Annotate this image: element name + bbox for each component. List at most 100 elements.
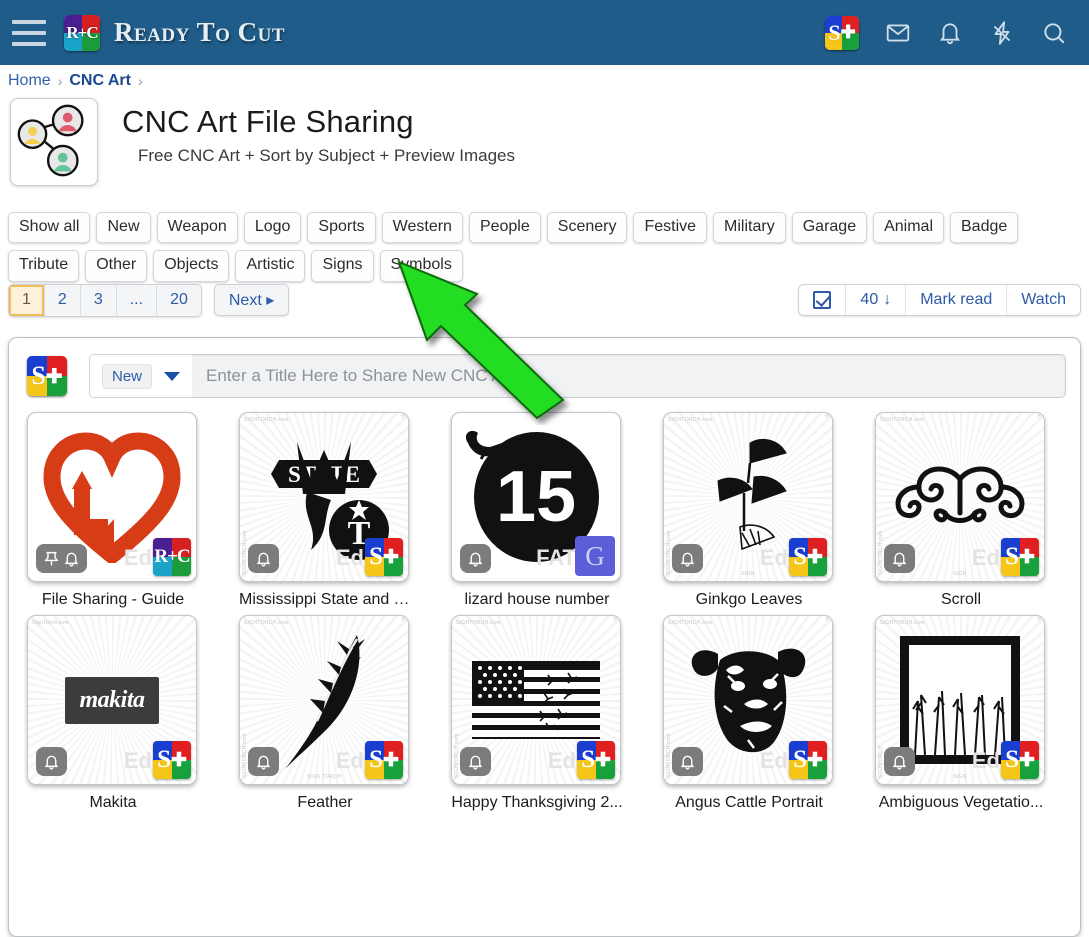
st-logo-icon-card[interactable]: S ✚ [789,741,827,779]
page-button-2[interactable]: 2 [44,285,81,316]
category-tag-logo[interactable]: Logo [243,212,302,244]
hamburger-menu-icon[interactable] [12,19,46,46]
art-thumbnail[interactable]: SIGHTORCH.comSIGHTORCH.comSIGHTORCH.comS… [239,412,409,582]
per-page-selector[interactable]: 40 ↓ [846,285,907,316]
category-tag-weapon[interactable]: Weapon [156,212,238,244]
bell-icon[interactable] [679,753,696,771]
bell-icon[interactable] [43,753,60,771]
art-card[interactable]: SIGHTORCH.comSIGHTORCH.comSIGHTORCH.comE… [663,615,835,812]
category-tag-show-all[interactable]: Show all [8,212,91,244]
card-badge-group[interactable] [248,747,279,776]
bell-icon[interactable] [891,753,908,771]
category-tag-other[interactable]: Other [85,250,148,282]
checkbox-icon [813,291,832,310]
category-tag-new[interactable]: New [96,212,151,244]
category-tag-badge[interactable]: Badge [950,212,1019,244]
breadcrumb-item-home[interactable]: Home [8,72,51,90]
st-logo-icon-card[interactable]: S ✚ [365,538,403,576]
category-tag-objects[interactable]: Objects [153,250,230,282]
art-thumbnail[interactable]: SIGHTORCH.comSIGHTORCH.comSIGHTORCH.comE… [663,615,833,785]
breadcrumb-item-cnc-art[interactable]: CNC Art [69,72,131,90]
category-tag-animal[interactable]: Animal [873,212,944,244]
st-logo-icon-share[interactable]: S ✚ [27,356,67,396]
page-button-ellipsisellipsisellipsis[interactable]: ... [116,285,158,316]
category-tag-signs[interactable]: Signs [311,250,374,282]
art-card[interactable]: SIGHTORCH.comSIGHTORCH.comSIGHTORCH.comS… [239,412,411,609]
editor-watermark: Ed [123,748,152,773]
mail-icon[interactable] [885,20,911,46]
next-page-button[interactable]: Next ▸ [213,284,290,317]
page-button-3[interactable]: 3 [80,285,117,316]
st-logo-icon-card[interactable]: S ✚ [153,741,191,779]
st-logo-icon-card[interactable]: S ✚ [1001,538,1039,576]
share-new-art-row: S ✚ New [9,338,1080,398]
category-tag-people[interactable]: People [468,212,541,244]
art-thumbnail[interactable]: Ed R+C [27,412,197,582]
caret-down-icon[interactable] [164,371,181,381]
art-thumbnail[interactable]: SIGHTORCH.comSIGHTORCH.comSIGHTORCH.comS… [663,412,833,582]
card-badge-group[interactable] [460,747,491,776]
bell-icon[interactable] [467,753,484,771]
st-logo-icon-card[interactable]: S ✚ [577,741,615,779]
art-card[interactable]: SignTorch.com makita Ed S ✚ Makita [27,615,199,812]
editor-watermark: Ed [971,545,1000,570]
st-logo-icon[interactable]: S ✚ [825,15,859,50]
art-card[interactable]: SIGHTORCH.comSIGHTORCH.comSIGHTORCH.comS… [663,412,835,609]
art-thumbnail[interactable]: SIGHTORCH.comSIGHTORCH.comSIGHTORCH.comE… [451,615,621,785]
bell-icon[interactable] [255,753,272,771]
category-tag-garage[interactable]: Garage [791,212,868,244]
category-tag-scenery[interactable]: Scenery [546,212,628,244]
bell-icon[interactable] [467,550,484,568]
category-tag-artistic[interactable]: Artistic [235,250,306,282]
search-icon[interactable] [1041,20,1067,46]
rtc-logo-icon[interactable]: R+C [64,14,100,51]
category-tag-symbols[interactable]: Symbols [379,250,463,282]
art-card[interactable]: SIGHTORCH.comSIGHTORCH.comSIGHTORCH.comS… [239,615,411,812]
bell-icon[interactable] [891,550,908,568]
bell-icon[interactable] [63,550,80,568]
card-badge-group[interactable] [884,747,915,776]
st-logo-icon-card[interactable]: S ✚ [365,741,403,779]
watch-button[interactable]: Watch [1007,285,1080,315]
bell-icon[interactable] [679,550,696,568]
st-logo-icon-card[interactable]: S ✚ [789,538,827,576]
card-badge-group[interactable] [884,544,915,573]
art-thumbnail[interactable]: SIGHTORCH.comSIGHTORCH.comSIGHTORCH.comS… [239,615,409,785]
category-tag-military[interactable]: Military [713,212,786,244]
art-card[interactable]: SIGHTORCH.comSIGHTORCH.comSIGHTORCHSIGNE… [875,615,1047,812]
art-card[interactable]: SIGHTORCH.comSIGHTORCH.comSIGHTORCH.comS… [875,412,1047,609]
share-title-input[interactable] [192,354,1066,398]
art-card[interactable]: 15 FAT G lizard house number [451,412,623,609]
mark-read-button[interactable]: Mark read [906,285,1008,316]
art-card[interactable]: Ed R+C File Sharing - Guide [27,412,199,609]
card-badge-group[interactable] [672,544,703,573]
google-badge-icon[interactable]: G [575,536,615,576]
next-page-label: Next [228,292,262,310]
art-thumbnail[interactable]: SignTorch.com makita Ed S ✚ [27,615,197,785]
bell-icon[interactable] [937,20,963,46]
lightning-icon[interactable] [989,20,1015,46]
category-tag-festive[interactable]: Festive [633,212,708,244]
art-card[interactable]: SIGHTORCH.comSIGHTORCH.comSIGHTORCH.comE… [451,615,623,812]
pin-icon[interactable] [43,550,60,568]
card-badge-group[interactable] [672,747,703,776]
category-tag-western[interactable]: Western [381,212,463,244]
page-button-20[interactable]: 20 [157,285,201,316]
category-tag-tribute[interactable]: Tribute [8,250,80,282]
select-all-checkbox[interactable] [799,285,847,316]
art-thumbnail[interactable]: SIGHTORCH.comSIGHTORCH.comSIGHTORCH.comS… [875,412,1045,582]
card-badge-group[interactable] [36,747,67,776]
next-arrow-icon: ▸ [266,292,275,310]
rtc-logo-icon-card[interactable]: R+C [153,538,191,576]
bell-icon[interactable] [255,550,272,568]
card-badge-group[interactable] [460,544,491,573]
art-thumbnail[interactable]: SIGHTORCH.comSIGHTORCH.comSIGHTORCHSIGNE… [875,615,1045,785]
art-thumbnail[interactable]: 15 FAT G [451,412,621,582]
st-logo-icon-card[interactable]: S ✚ [1001,741,1039,779]
page-button-1[interactable]: 1 [9,285,45,316]
category-tag-sports[interactable]: Sports [307,212,376,244]
new-button[interactable]: New [102,363,153,389]
card-badge-group[interactable] [36,544,87,573]
card-badge-group[interactable] [248,544,279,573]
art-card-grid: Ed R+C File Sharing - Guide SIGHTORCH.com SI… [9,398,1080,812]
